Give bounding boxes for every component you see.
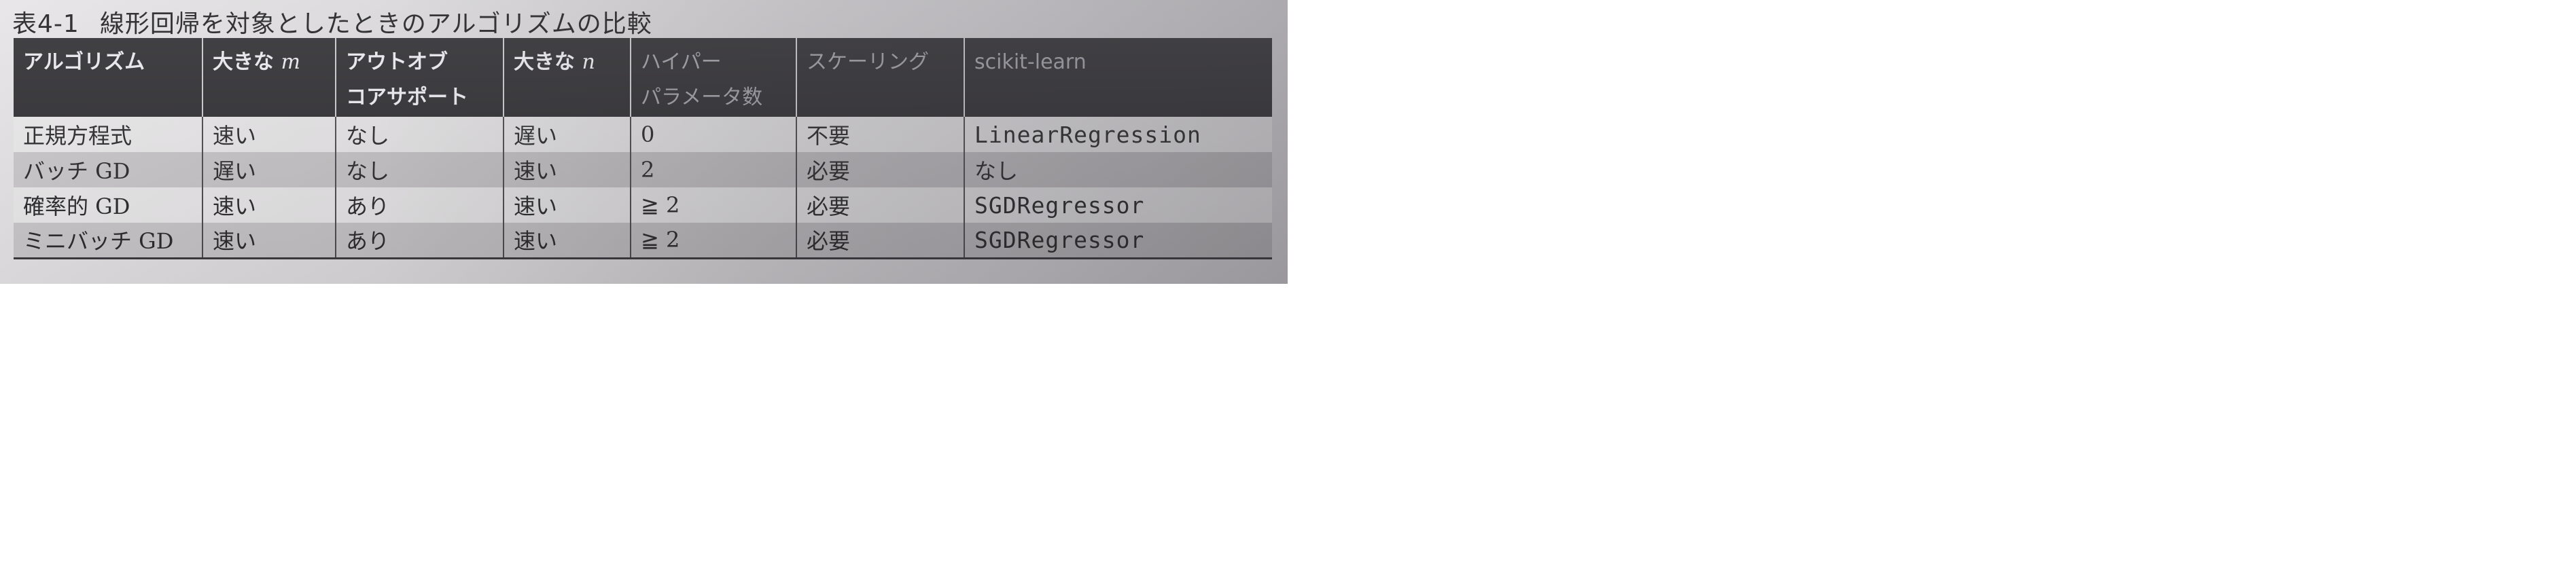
header-out-of-core: アウトオブ コアサポート [335, 38, 504, 117]
header-row: アルゴリズム 大きな m アウトオブ コアサポート 大きな n ハイパー パラメータ… [14, 38, 1272, 117]
cell-algorithm: 確率的 GD [14, 187, 202, 223]
cell-scaling: 必要 [796, 152, 964, 187]
cell-algorithm: バッチ GD [14, 152, 202, 187]
cell-large-m: 速い [202, 223, 336, 259]
cell-out-of-core: あり [335, 187, 504, 223]
cell-hyperparams: 2 [630, 152, 796, 187]
table-header: アルゴリズム 大きな m アウトオブ コアサポート 大きな n ハイパー パラメータ… [14, 38, 1272, 117]
table-row: バッチ GD 遅い なし 速い 2 必要 なし [14, 152, 1272, 187]
cell-out-of-core: なし [335, 117, 504, 152]
cell-algorithm: 正規方程式 [14, 117, 202, 152]
cell-large-n: 速い [503, 223, 631, 259]
header-scaling: スケーリング [796, 38, 964, 117]
cell-scikit-learn: SGDRegressor [964, 223, 1272, 259]
comparison-table: アルゴリズム 大きな m アウトオブ コアサポート 大きな n ハイパー パラメータ… [14, 38, 1272, 259]
header-large-n: 大きな n [503, 38, 631, 117]
cell-out-of-core: なし [335, 152, 504, 187]
cell-hyperparams: 0 [630, 117, 796, 152]
cell-algorithm: ミニバッチ GD [14, 223, 202, 259]
table-row: ミニバッチ GD 速い あり 速い ≧ 2 必要 SGDRegressor [14, 223, 1272, 259]
cell-large-n: 遅い [503, 117, 631, 152]
cell-scaling: 不要 [796, 117, 964, 152]
photo-page: 表4-1 線形回帰を対象としたときのアルゴリズムの比較 アルゴリズム 大きな m … [0, 0, 1288, 284]
header-hyperparams: ハイパー パラメータ数 [630, 38, 796, 117]
table-row: 確率的 GD 速い あり 速い ≧ 2 必要 SGDRegressor [14, 187, 1272, 223]
cell-scikit-learn: なし [964, 152, 1272, 187]
cell-hyperparams: ≧ 2 [630, 187, 796, 223]
table-number: 表4-1 [12, 10, 80, 38]
var-m: m [281, 50, 300, 74]
cell-hyperparams: ≧ 2 [630, 223, 796, 259]
header-large-m: 大きな m [202, 38, 336, 117]
cell-large-m: 遅い [202, 152, 336, 187]
cell-scaling: 必要 [796, 187, 964, 223]
cell-large-m: 速い [202, 117, 336, 152]
table-row: 正規方程式 速い なし 遅い 0 不要 LinearRegression [14, 117, 1272, 152]
var-n: n [582, 50, 595, 74]
cell-scikit-learn: SGDRegressor [964, 187, 1272, 223]
cell-scaling: 必要 [796, 223, 964, 259]
table-title: 線形回帰を対象としたときのアルゴリズムの比較 [99, 10, 652, 38]
table-caption: 表4-1 線形回帰を対象としたときのアルゴリズムの比較 [12, 4, 652, 39]
table-body: 正規方程式 速い なし 遅い 0 不要 LinearRegression バッチ… [14, 117, 1272, 259]
cell-large-n: 速い [503, 152, 631, 187]
cell-large-m: 速い [202, 187, 336, 223]
header-algorithm: アルゴリズム [14, 38, 202, 117]
cell-out-of-core: あり [335, 223, 504, 259]
cell-scikit-learn: LinearRegression [964, 117, 1272, 152]
header-scikit-learn: scikit-learn [964, 38, 1272, 117]
cell-large-n: 速い [503, 187, 631, 223]
